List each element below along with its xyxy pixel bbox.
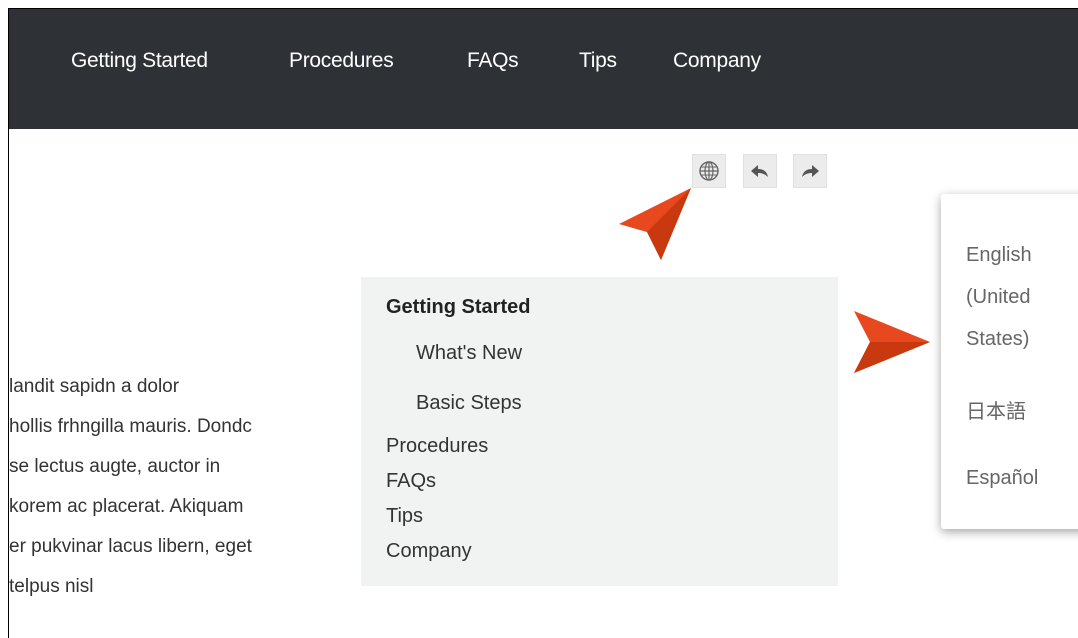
- toc-subitem-whats-new[interactable]: What's New: [416, 342, 522, 365]
- reply-arrow-icon: [751, 165, 768, 177]
- body-text-line: hollis frhngilla mauris. Dondc: [9, 416, 252, 437]
- language-option-japanese[interactable]: 日本語: [966, 391, 1076, 433]
- body-text-line: se lectus augte, auctor in: [9, 456, 221, 477]
- body-text-line: er pukvinar lacus libern, eget: [9, 536, 252, 557]
- language-menu: English (United States) 日本語 Español: [941, 194, 1078, 529]
- nav-item-faqs[interactable]: FAQs: [467, 49, 519, 73]
- annotation-arrow-up: [619, 188, 691, 260]
- toc-panel: Getting Started What's New Basic Steps P…: [361, 277, 838, 586]
- forward-arrow-icon: [802, 165, 819, 177]
- page-frame: Getting Started Procedures FAQs Tips Com…: [8, 8, 1078, 638]
- body-text-line: landit sapidn a dolor: [9, 376, 180, 397]
- nav-item-procedures[interactable]: Procedures: [289, 49, 394, 73]
- top-navigation: Getting Started Procedures FAQs Tips Com…: [9, 9, 1078, 129]
- toc-item-company[interactable]: Company: [386, 540, 472, 563]
- toc-subitem-basic-steps[interactable]: Basic Steps: [416, 392, 522, 415]
- back-button[interactable]: [743, 154, 777, 188]
- language-option-spanish[interactable]: Español: [966, 457, 1076, 499]
- body-text-line: telpus nisl: [9, 576, 94, 597]
- toc-item-tips[interactable]: Tips: [386, 505, 423, 528]
- language-button[interactable]: [692, 154, 726, 188]
- toc-item-procedures[interactable]: Procedures: [386, 435, 488, 458]
- forward-button[interactable]: [793, 154, 827, 188]
- nav-item-tips[interactable]: Tips: [579, 49, 617, 73]
- nav-item-getting-started[interactable]: Getting Started: [71, 49, 208, 73]
- globe-icon: [699, 161, 719, 181]
- toc-item-faqs[interactable]: FAQs: [386, 470, 436, 493]
- toc-heading[interactable]: Getting Started: [386, 296, 530, 319]
- language-option-english[interactable]: English (United States): [966, 234, 1076, 360]
- body-text-line: korem ac placerat. Akiquam: [9, 496, 244, 517]
- nav-item-company[interactable]: Company: [673, 49, 761, 73]
- annotation-arrow-right: [854, 311, 930, 373]
